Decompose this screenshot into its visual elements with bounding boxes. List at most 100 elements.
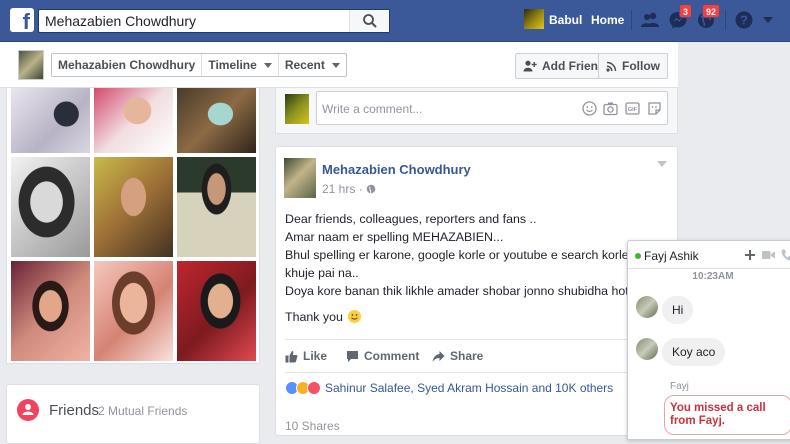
chat-header[interactable]: Fayj Ashik [628, 241, 790, 269]
search-button[interactable] [349, 10, 389, 32]
add-friend-label: Add Friend [542, 59, 606, 73]
post-author-name[interactable]: Mehazabien Chowdhury [322, 162, 471, 177]
profile-thumbnail[interactable] [18, 50, 44, 80]
friends-icon [17, 399, 39, 421]
photo-thumbnail[interactable] [94, 88, 173, 153]
chat-contact-name[interactable]: Fayj Ashik [644, 249, 699, 263]
smiley-emoji-icon [348, 310, 362, 323]
phone-icon[interactable] [781, 249, 790, 261]
friend-requests-button[interactable] [640, 10, 660, 30]
message-sender-label: Fayj [670, 381, 689, 392]
follow-label: Follow [622, 59, 660, 73]
photo-thumbnail[interactable] [94, 261, 173, 361]
shares-count[interactable]: 10 Shares [285, 419, 340, 433]
svg-text:GIF: GIF [628, 107, 638, 113]
reactions-text: Sahinur Salafee, Syed Akram Hossain and … [325, 381, 614, 395]
post-line: Dear friends, colleagues, reporters and … [285, 212, 537, 226]
post-line: Thank you [285, 310, 343, 324]
separator-dot: · [91, 404, 95, 418]
follow-button[interactable]: Follow [598, 53, 668, 79]
tab-label: Timeline [208, 58, 257, 72]
user-name-link[interactable]: Babul [549, 13, 582, 27]
sticker-icon[interactable] [647, 101, 662, 116]
add-person-icon [523, 60, 537, 72]
share-label: Share [450, 349, 484, 363]
missed-call-notice[interactable]: You missed a call from Fayj. [664, 395, 790, 435]
post-line: khuje pai na.. [285, 266, 359, 280]
post-options-chevron-icon[interactable] [657, 161, 667, 167]
photo-thumbnail[interactable] [177, 261, 256, 361]
like-label: Like [303, 349, 328, 363]
photo-thumbnail[interactable] [11, 88, 90, 153]
profile-nav-tabs: Mehazabien Chowdhury Timeline Recent [51, 53, 347, 77]
gif-icon[interactable]: GIF [625, 101, 640, 116]
author-avatar[interactable] [284, 158, 316, 198]
photo-thumbnail[interactable] [177, 157, 256, 257]
public-globe-icon [366, 184, 376, 194]
photo-thumbnail[interactable] [94, 157, 173, 257]
tab-label: Recent [284, 58, 325, 72]
facebook-logo[interactable]: f [10, 8, 34, 32]
contact-avatar[interactable] [636, 338, 658, 360]
chat-time-divider: 10:23AM [692, 271, 734, 282]
photos-card [6, 88, 260, 364]
chat-window: Fayj Ashik 10:23AM Hi Koy aco Fayj You m… [627, 240, 790, 440]
comment-button[interactable]: Comment [346, 349, 419, 363]
online-status-dot [635, 253, 641, 259]
post-line-wrapper: Thank you [285, 308, 675, 326]
comment-label: Comment [364, 349, 420, 363]
received-message: Koy aco [662, 338, 726, 366]
messages-button[interactable]: 3 [668, 4, 693, 30]
search-input[interactable] [39, 10, 351, 32]
account-menu-button[interactable] [762, 14, 774, 24]
post-card: Mehazabien Chowdhury 21 hrs · Dear frien… [275, 146, 693, 436]
separator-dot: · [358, 182, 363, 196]
comment-composer: Write a comment... GIF [275, 88, 678, 134]
received-message: Hi [662, 296, 694, 324]
post-line: Doya kore banan thik likhle amader shoba… [285, 284, 640, 298]
photo-thumbnail[interactable] [177, 88, 256, 153]
top-navigation-bar: f Babul Home 3 92 [0, 0, 790, 42]
tab-timeline[interactable]: Timeline [202, 54, 279, 76]
svg-text:?: ? [740, 13, 748, 28]
commenter-avatar [285, 94, 309, 124]
speech-bubble-icon [347, 350, 358, 362]
caret-down-icon [263, 62, 272, 68]
emoji-icon[interactable] [582, 101, 597, 116]
add-person-icon[interactable] [745, 250, 755, 260]
tab-profile-name[interactable]: Mehazabien Chowdhury [52, 54, 203, 76]
post-text: Dear friends, colleagues, reporters and … [285, 210, 693, 326]
video-call-icon[interactable] [762, 250, 775, 260]
contact-avatar[interactable] [636, 296, 658, 318]
share-button[interactable]: Share [432, 349, 483, 363]
messages-badge: 3 [679, 4, 693, 18]
search-icon [363, 14, 377, 28]
search-bar[interactable] [38, 9, 390, 33]
post-actions-bar: Like Comment Share [285, 339, 670, 373]
notifications-button[interactable]: 92 [696, 4, 721, 30]
divider [725, 10, 726, 30]
like-button[interactable]: Like [285, 349, 327, 363]
camera-icon[interactable] [603, 101, 618, 116]
tab-recent[interactable]: Recent [279, 54, 346, 76]
user-avatar[interactable] [524, 9, 544, 29]
tab-label: Mehazabien Chowdhury [58, 58, 196, 72]
comment-input[interactable]: Write a comment... GIF [316, 91, 668, 125]
question-mark-icon: ? [735, 11, 753, 29]
comment-placeholder: Write a comment... [322, 102, 423, 116]
friends-card[interactable]: Friends · 2 Mutual Friends [6, 384, 260, 444]
caret-down-icon [763, 17, 773, 23]
notifications-badge: 92 [702, 4, 721, 18]
help-button[interactable]: ? [734, 10, 754, 30]
caret-down-icon [331, 62, 340, 68]
home-link[interactable]: Home [591, 13, 624, 27]
photo-thumbnail[interactable] [11, 157, 90, 257]
post-timestamp[interactable]: 21 hrs · [322, 182, 376, 196]
post-time-text: 21 hrs [322, 182, 356, 196]
mutual-friends-count[interactable]: 2 Mutual Friends [98, 404, 187, 418]
rss-icon [606, 61, 617, 72]
friends-icon [641, 12, 659, 27]
photo-thumbnail[interactable] [11, 261, 90, 361]
reactions-summary[interactable]: Sahinur Salafee, Syed Akram Hossain and … [285, 381, 613, 395]
divider [631, 10, 632, 30]
